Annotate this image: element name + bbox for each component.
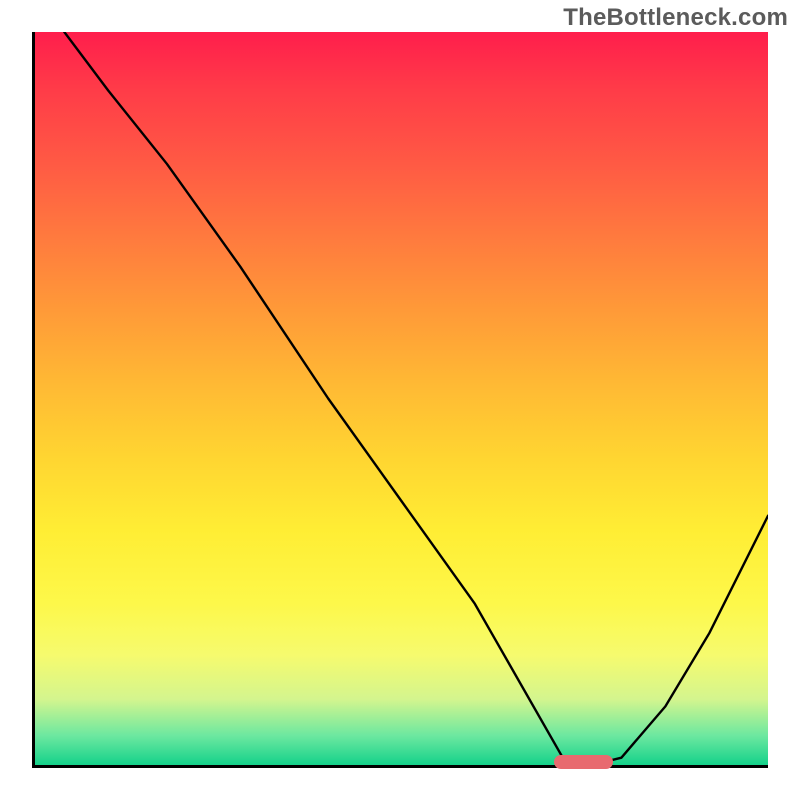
bottleneck-curve (64, 32, 768, 765)
curve-svg (35, 32, 768, 765)
optimal-marker (554, 755, 613, 769)
watermark-text: TheBottleneck.com (563, 4, 788, 32)
chart-container: TheBottleneck.com (0, 0, 800, 800)
plot-area (32, 32, 768, 768)
